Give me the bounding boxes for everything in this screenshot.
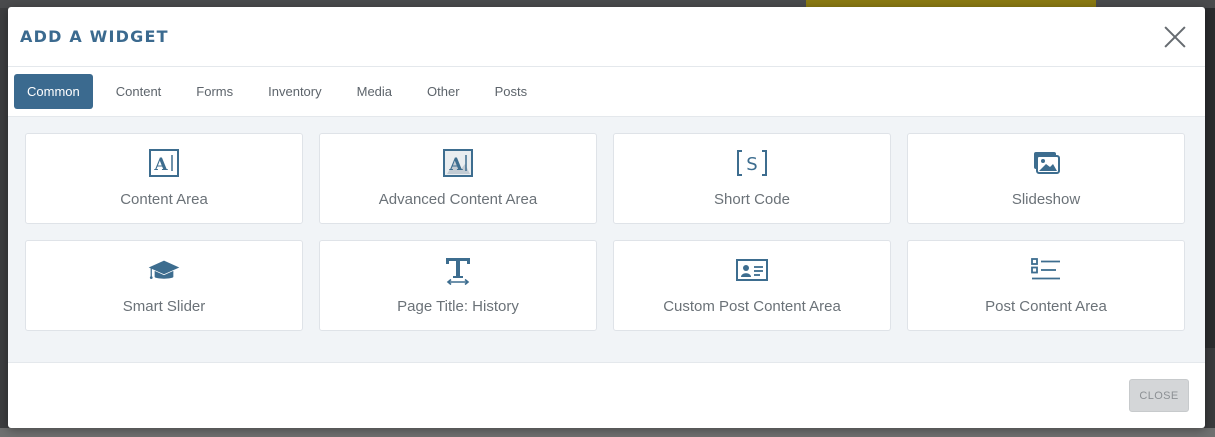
list-icon — [1029, 254, 1063, 286]
svg-text:A: A — [153, 155, 168, 175]
close-button[interactable]: CLOSE — [1129, 379, 1189, 412]
add-widget-modal: ADD A WIDGET Common Content Forms Invent… — [8, 7, 1205, 428]
widget-label: Slideshow — [1011, 191, 1081, 208]
widget-page-title-history[interactable]: Page Title: History — [319, 240, 597, 331]
text-height-icon — [441, 254, 475, 286]
modal-header: ADD A WIDGET — [8, 7, 1205, 67]
tab-forms[interactable]: Forms — [183, 74, 246, 109]
background-bottom-strip — [0, 428, 1215, 437]
widget-label: Advanced Content Area — [378, 191, 538, 208]
tab-content[interactable]: Content — [103, 74, 175, 109]
widget-content-area[interactable]: A Content Area — [25, 133, 303, 224]
widget-label: Page Title: History — [397, 298, 519, 315]
background-right-edge — [1205, 8, 1215, 348]
widget-slideshow[interactable]: Slideshow — [907, 133, 1185, 224]
background-left-edge — [0, 8, 8, 428]
id-card-icon — [735, 254, 769, 286]
tab-common[interactable]: Common — [14, 74, 93, 109]
modal-footer: CLOSE — [8, 363, 1205, 428]
widget-short-code[interactable]: S Short Code — [613, 133, 891, 224]
widget-smart-slider[interactable]: Smart Slider — [25, 240, 303, 331]
widget-label: Short Code — [714, 191, 790, 208]
widget-label: Custom Post Content Area — [663, 298, 841, 315]
widget-advanced-content-area[interactable]: A Advanced Content Area — [319, 133, 597, 224]
widget-category-tabs: Common Content Forms Inventory Media Oth… — [8, 67, 1205, 117]
advanced-content-area-icon: A — [441, 147, 475, 179]
widget-custom-post-content-area[interactable]: Custom Post Content Area — [613, 240, 891, 331]
tab-inventory[interactable]: Inventory — [255, 74, 334, 109]
widget-grid: A Content Area A Advanced Content Area S… — [25, 133, 1187, 331]
images-icon — [1029, 147, 1063, 179]
tab-posts[interactable]: Posts — [482, 74, 541, 109]
widget-label: Content Area — [120, 191, 208, 208]
widget-grid-area: A Content Area A Advanced Content Area S… — [8, 117, 1205, 363]
svg-text:S: S — [746, 154, 757, 175]
widget-post-content-area[interactable]: Post Content Area — [907, 240, 1185, 331]
widget-label: Smart Slider — [122, 298, 206, 315]
widget-label: Post Content Area — [985, 298, 1107, 315]
close-icon[interactable] — [1163, 25, 1187, 49]
content-area-icon: A — [147, 147, 181, 179]
svg-text:A: A — [448, 155, 463, 175]
tab-media[interactable]: Media — [344, 74, 405, 109]
shortcode-icon: S — [735, 147, 769, 179]
tab-other[interactable]: Other — [414, 74, 473, 109]
modal-title: ADD A WIDGET — [20, 27, 169, 46]
graduation-cap-icon — [147, 254, 181, 286]
